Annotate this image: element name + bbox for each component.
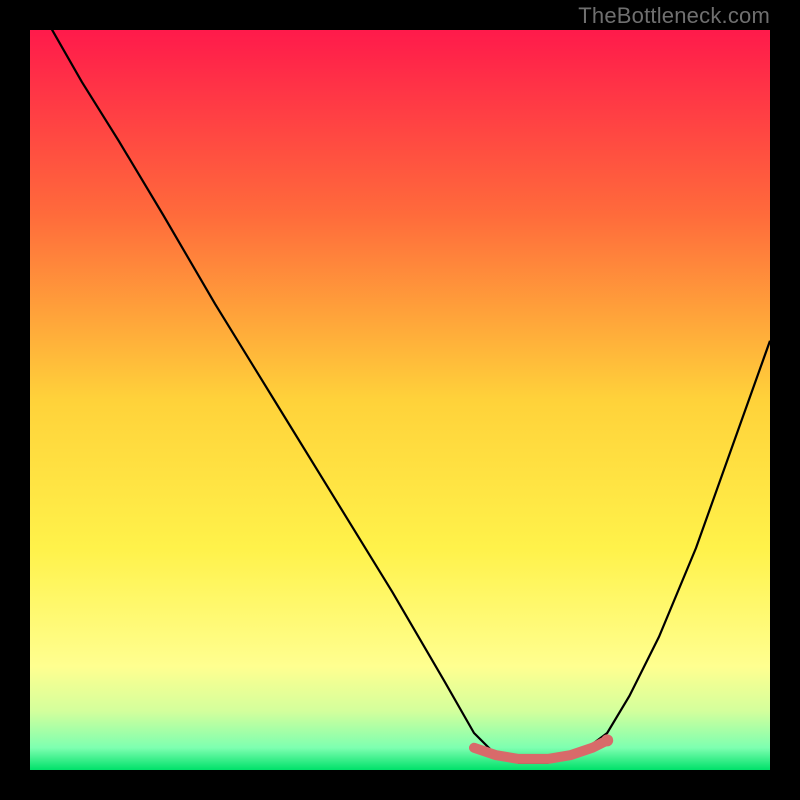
plot-area — [30, 30, 770, 770]
optimal-zone-endpoint — [601, 734, 613, 746]
gradient-background — [30, 30, 770, 770]
watermark-text: TheBottleneck.com — [578, 3, 770, 29]
chart-svg — [30, 30, 770, 770]
chart-frame: TheBottleneck.com — [0, 0, 800, 800]
